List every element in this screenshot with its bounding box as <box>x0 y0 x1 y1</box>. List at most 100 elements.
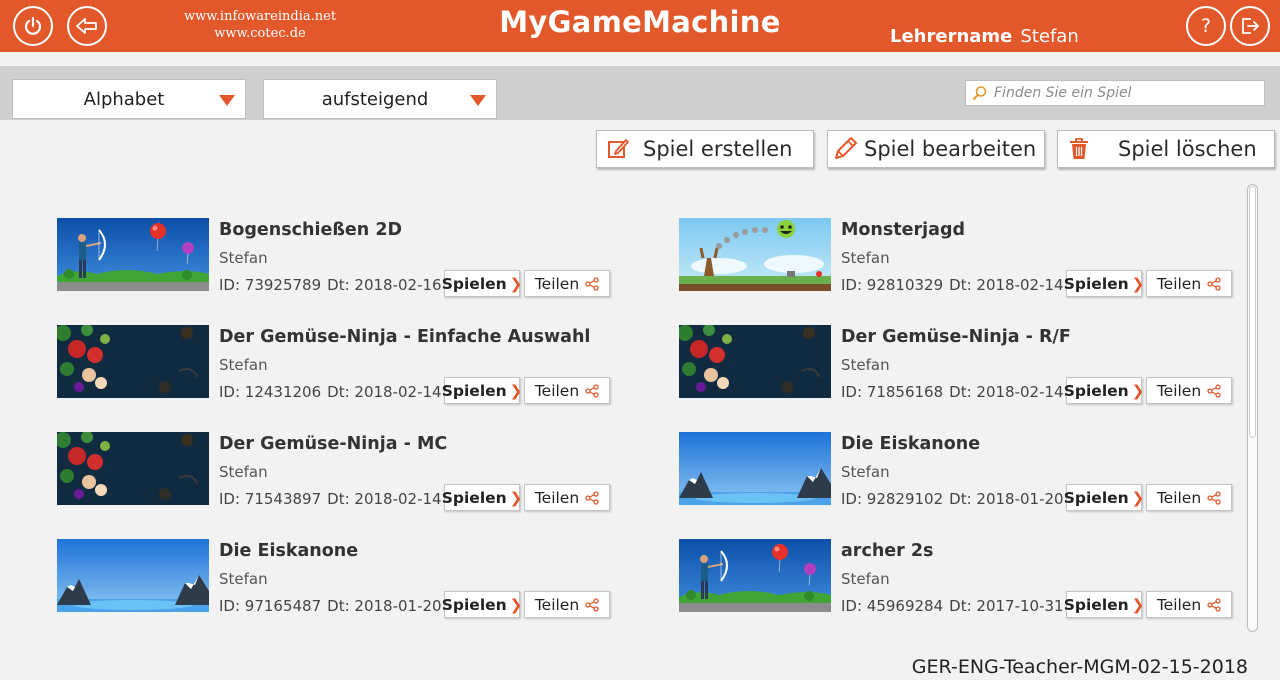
game-card: Die Eiskanone Stefan ID: 97165487 Dt: 201… <box>57 539 637 629</box>
share-label: Teilen <box>1156 595 1202 614</box>
edit-square-icon <box>605 136 631 162</box>
game-card: Der Gemüse-Ninja - Einfache Auswahl Stef… <box>57 325 637 415</box>
share-icon <box>585 490 599 505</box>
game-meta: ID: 73925789 Dt: 2018-02-16 <box>219 276 442 294</box>
site-links: www.infowareindia.net www.cotec.de <box>150 8 370 42</box>
game-id: ID: 12431206 <box>219 383 322 401</box>
game-card: Bogenschießen 2D Stefan ID: 73925789 Dt: … <box>57 218 637 308</box>
share-button[interactable]: Teilen <box>524 270 610 297</box>
share-label: Teilen <box>1156 381 1202 400</box>
game-author: Stefan <box>841 463 890 481</box>
play-button[interactable]: Spielen ❯ <box>1063 591 1144 618</box>
game-thumbnail[interactable] <box>679 432 831 505</box>
order-select[interactable]: aufsteigend <box>263 79 497 119</box>
game-meta: ID: 71856168 Dt: 2018-02-14 <box>841 383 1064 401</box>
game-title: Die Eiskanone <box>841 434 981 454</box>
edit-game-label: Spiel bearbeiten <box>864 137 1037 161</box>
power-button[interactable] <box>13 6 53 46</box>
scrollbar-thumb[interactable] <box>1249 186 1256 438</box>
play-button[interactable]: Spielen ❯ <box>441 270 523 297</box>
game-title: Der Gemüse-Ninja - MC <box>219 434 448 454</box>
help-button[interactable]: ? <box>1186 6 1226 46</box>
site-link-cotec[interactable]: www.cotec.de <box>150 25 370 42</box>
pencil-icon <box>832 136 858 162</box>
share-icon <box>1207 276 1221 291</box>
game-meta: ID: 92829102 Dt: 2018-01-20 <box>841 490 1064 508</box>
logout-button[interactable] <box>1230 6 1270 46</box>
play-button[interactable]: Spielen ❯ <box>1063 377 1145 404</box>
game-author: Stefan <box>219 249 268 267</box>
game-title: Der Gemüse-Ninja - Einfache Auswahl <box>219 327 591 347</box>
play-label: Spielen <box>441 274 507 293</box>
game-thumbnail[interactable] <box>679 218 831 291</box>
play-button[interactable]: Spielen ❯ <box>442 377 522 404</box>
game-id: ID: 71856168 <box>841 383 944 401</box>
play-button[interactable]: Spielen ❯ <box>1063 484 1144 511</box>
game-id: ID: 92829102 <box>841 490 944 508</box>
share-label: Teilen <box>534 274 580 293</box>
share-button[interactable]: Teilen <box>1146 377 1232 404</box>
share-button[interactable]: Teilen <box>524 377 610 404</box>
game-title: Der Gemüse-Ninja - R/F <box>841 327 1071 347</box>
game-date: Dt: 2018-02-16 <box>327 276 442 294</box>
game-title: Monsterjagd <box>841 220 966 240</box>
back-arrow-icon <box>76 18 97 34</box>
game-author: Stefan <box>219 356 268 374</box>
share-button[interactable]: Teilen <box>524 591 610 618</box>
back-button[interactable] <box>67 6 107 46</box>
game-thumbnail[interactable] <box>679 539 831 612</box>
search-input[interactable] <box>994 85 1254 101</box>
chevron-right-icon: ❯ <box>1131 381 1145 400</box>
teacher-name: Stefan <box>1020 26 1079 47</box>
delete-game-label: Spiel löschen <box>1118 137 1257 161</box>
game-thumbnail[interactable] <box>57 432 209 505</box>
filter-bar: Alphabet aufsteigend <box>0 66 1280 120</box>
app-title: MyGameMachine <box>499 5 781 39</box>
share-button[interactable]: Teilen <box>524 484 610 511</box>
game-id: ID: 92810329 <box>841 276 944 294</box>
game-author: Stefan <box>841 570 890 588</box>
chevron-right-icon: ❯ <box>509 488 523 507</box>
search-icon <box>973 86 987 100</box>
game-id: ID: 73925789 <box>219 276 322 294</box>
game-thumbnail[interactable] <box>57 325 209 398</box>
trash-icon <box>1066 136 1092 162</box>
delete-game-button[interactable]: Spiel löschen <box>1057 130 1275 168</box>
game-title: Bogenschießen 2D <box>219 220 403 240</box>
play-button[interactable]: Spielen ❯ <box>1063 270 1145 297</box>
game-id: ID: 97165487 <box>219 597 322 615</box>
play-label: Spielen <box>1063 488 1129 507</box>
game-thumbnail[interactable] <box>57 218 209 291</box>
play-label: Spielen <box>1063 595 1129 614</box>
play-button[interactable]: Spielen ❯ <box>442 591 523 618</box>
share-label: Teilen <box>534 381 580 400</box>
game-title: Die Eiskanone <box>219 541 359 561</box>
site-link-infoware[interactable]: www.infowareindia.net <box>150 8 370 25</box>
game-meta: ID: 92810329 Dt: 2018-02-14 <box>841 276 1064 294</box>
share-button[interactable]: Teilen <box>1146 484 1232 511</box>
share-label: Teilen <box>534 488 580 507</box>
game-author: Stefan <box>219 463 268 481</box>
chevron-right-icon: ❯ <box>509 595 523 614</box>
game-thumbnail[interactable] <box>57 539 209 612</box>
edit-game-button[interactable]: Spiel bearbeiten <box>827 130 1045 168</box>
share-icon <box>1207 597 1221 612</box>
chevron-right-icon: ❯ <box>1131 274 1145 293</box>
game-thumbnail[interactable] <box>679 325 831 398</box>
game-date: Dt: 2018-01-20 <box>949 490 1064 508</box>
scrollbar[interactable] <box>1247 184 1258 632</box>
dropdown-caret-icon <box>219 95 235 106</box>
share-icon <box>585 597 599 612</box>
teacher-label: Lehrername <box>890 26 1013 47</box>
sort-by-select[interactable]: Alphabet <box>12 79 246 119</box>
chevron-right-icon: ❯ <box>509 274 523 293</box>
play-button[interactable]: Spielen ❯ <box>442 484 523 511</box>
create-game-button[interactable]: Spiel erstellen <box>596 130 814 168</box>
share-button[interactable]: Teilen <box>1146 591 1232 618</box>
game-date: Dt: 2018-02-14 <box>949 383 1064 401</box>
play-label: Spielen <box>1063 274 1129 293</box>
play-label: Spielen <box>1063 381 1129 400</box>
share-button[interactable]: Teilen <box>1146 270 1232 297</box>
share-label: Teilen <box>534 595 580 614</box>
logout-icon <box>1242 18 1259 34</box>
